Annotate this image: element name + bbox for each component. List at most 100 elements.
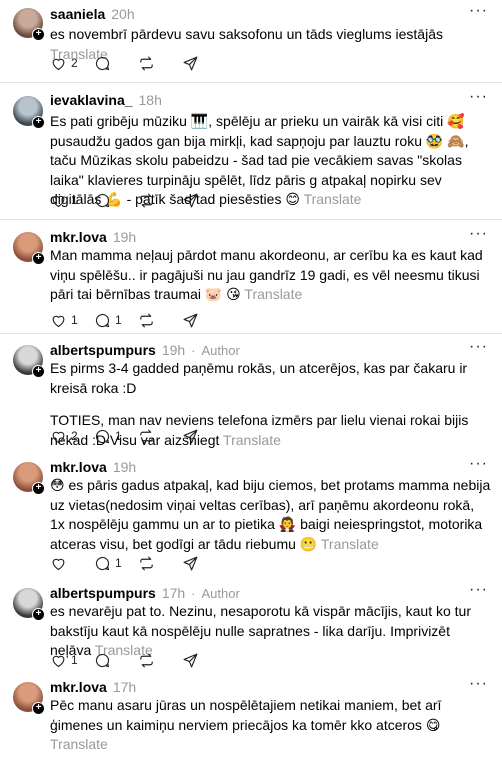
comment-icon [94,192,111,209]
post-header: mkr.lova 19h [50,229,136,245]
post-time: 17h [161,585,186,601]
post-time: 19h [112,229,137,245]
repost-button[interactable] [138,190,182,210]
share-button[interactable] [182,190,226,210]
follow-plus-icon[interactable]: + [32,702,45,715]
ellipsis-icon[interactable]: ··· [469,2,488,20]
reply-button[interactable] [94,650,138,670]
ellipsis-icon[interactable]: ··· [469,338,488,356]
reply-button[interactable]: 1 [94,426,138,446]
translate-link[interactable]: Translate [244,286,302,302]
follow-plus-icon[interactable]: + [32,365,45,378]
avatar[interactable]: + [13,345,45,378]
post-header: albertspumpurs 19h · Author [50,342,240,358]
reply-button[interactable] [94,190,138,210]
like-button[interactable] [50,553,94,573]
like-button[interactable]: 1 [50,310,94,330]
post-actions: 2 [50,53,226,73]
repost-button[interactable] [138,650,182,670]
like-count: 1 [71,653,78,667]
username-link[interactable]: mkr.lova [50,459,107,475]
post-time: 19h [112,459,137,475]
repost-button[interactable] [138,310,182,330]
like-count: 2 [71,429,78,443]
author-badge: Author [201,343,240,358]
follow-plus-icon[interactable]: + [32,116,45,129]
share-button[interactable] [182,426,226,446]
reply-count: 1 [115,313,122,327]
author-badge: Author [201,586,240,601]
like-count: 2 [71,56,78,70]
comment-icon [94,652,111,669]
ellipsis-icon[interactable]: ··· [469,88,488,106]
avatar[interactable]: + [13,462,45,495]
avatar[interactable]: + [13,232,45,265]
like-count: 1 [71,193,78,207]
ellipsis-icon[interactable]: ··· [469,225,488,243]
post-body: Pēc manu asaru jūras un nospēlētajiem ne… [50,696,492,755]
follow-plus-icon[interactable]: + [32,482,45,495]
post-header: saaniela 20h [50,6,135,22]
follow-plus-icon[interactable]: + [32,252,45,265]
send-icon [182,312,199,329]
send-icon [182,192,199,209]
post-text: 😳 es pāris gadus atpakaļ, kad biju ciemo… [50,477,491,552]
post-header: mkr.lova 19h [50,459,136,475]
post-time: 20h [111,6,135,22]
ellipsis-icon[interactable]: ··· [469,455,488,473]
ellipsis-icon[interactable]: ··· [469,581,488,599]
post-actions: 11 [50,310,226,330]
avatar[interactable]: + [13,588,45,621]
like-button[interactable]: 1 [50,190,94,210]
repost-icon [138,652,155,669]
post-body: Man mamma neļauj pārdot manu akordeonu, … [50,246,492,305]
post-paragraph: 😳 es pāris gadus atpakaļ, kad biju ciemo… [50,476,492,554]
comment-icon [94,55,111,72]
ellipsis-icon[interactable]: ··· [469,675,488,693]
share-button[interactable] [182,553,226,573]
reply-button[interactable] [94,53,138,73]
follow-plus-icon[interactable]: + [32,28,45,41]
like-button[interactable]: 1 [50,650,94,670]
translate-link[interactable]: Translate [223,432,281,448]
username-link[interactable]: mkr.lova [50,229,107,245]
post-text: Pēc manu asaru jūras un nospēlētajiem ne… [50,697,442,733]
like-button[interactable]: 2 [50,426,94,446]
share-button[interactable] [182,53,226,73]
heart-icon [50,192,67,209]
send-icon [182,55,199,72]
repost-icon [138,55,155,72]
repost-icon [138,428,155,445]
post-text: es novembrī pārdevu savu saksofonu un tā… [50,26,443,42]
comment-icon [94,555,111,572]
share-button[interactable] [182,650,226,670]
username-link[interactable]: ievaklavina_ [50,92,133,108]
post-time: 18h [138,92,162,108]
avatar[interactable]: + [13,96,45,129]
translate-link[interactable]: Translate [321,536,379,552]
send-icon [182,428,199,445]
avatar[interactable]: + [13,8,45,41]
repost-button[interactable] [138,53,182,73]
repost-button[interactable] [138,553,182,573]
username-link[interactable]: mkr.lova [50,679,107,695]
username-link[interactable]: albertspumpurs [50,585,156,601]
repost-icon [138,192,155,209]
send-icon [182,555,199,572]
translate-link[interactable]: Translate [304,191,362,207]
share-button[interactable] [182,310,226,330]
post-time: 19h [161,342,186,358]
like-button[interactable]: 2 [50,53,94,73]
heart-icon [50,652,67,669]
username-link[interactable]: saaniela [50,6,105,22]
follow-plus-icon[interactable]: + [32,608,45,621]
username-link[interactable]: albertspumpurs [50,342,156,358]
reply-button[interactable]: 1 [94,310,138,330]
avatar[interactable]: + [13,682,45,715]
post-actions: 1 [50,553,226,573]
repost-button[interactable] [138,426,182,446]
post-divider [0,82,502,83]
reply-button[interactable]: 1 [94,553,138,573]
comment-icon [94,312,111,329]
translate-link[interactable]: Translate [50,736,108,752]
